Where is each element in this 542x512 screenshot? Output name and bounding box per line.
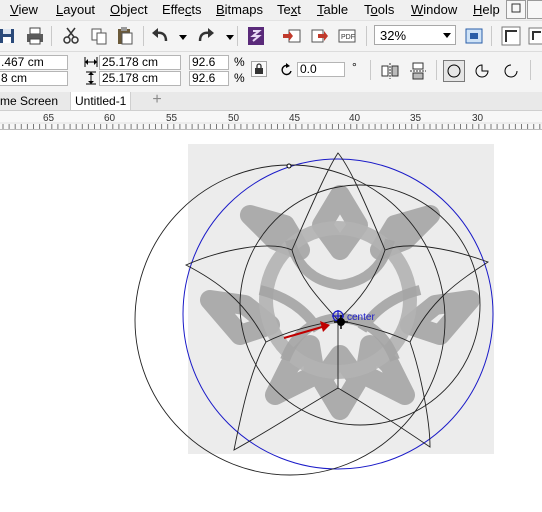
cut-icon[interactable]	[60, 25, 82, 47]
scale-x-field[interactable]: 92.6	[189, 55, 229, 70]
y-position-field[interactable]: 8 cm	[0, 71, 68, 86]
lock-icon	[255, 63, 263, 74]
ruler-tick-label: 55	[166, 113, 178, 124]
rotation-angle-field[interactable]: 0.0	[297, 62, 345, 77]
menu-object[interactable]: Object	[110, 2, 148, 17]
svg-text:PDF: PDF	[341, 34, 355, 41]
snap-to-icon[interactable]	[500, 25, 522, 47]
redo-dropdown-icon[interactable]	[219, 25, 234, 47]
toolbar-separator	[491, 26, 492, 46]
options-icon[interactable]	[526, 25, 542, 47]
undo-dropdown-icon[interactable]	[172, 25, 187, 47]
toolbar-separator	[530, 60, 531, 80]
rotate-icon	[280, 63, 294, 80]
menu-table[interactable]: Table	[317, 2, 348, 17]
toolbar-separator	[436, 60, 437, 80]
import-icon[interactable]	[281, 25, 303, 47]
new-tab-button[interactable]: +	[150, 92, 164, 108]
menu-layout[interactable]: Layout	[56, 2, 95, 17]
drawing-svg: center	[134, 144, 494, 476]
height-arrows-icon	[85, 71, 97, 88]
center-label: center	[347, 312, 375, 323]
x-position-field[interactable]: .467 cm	[0, 55, 68, 70]
ruler-tick-label: 60	[104, 113, 116, 124]
toolbar-separator	[366, 26, 367, 46]
ruler-tick-label: 65	[43, 113, 55, 124]
undo-icon[interactable]	[150, 25, 172, 47]
menu-bitmaps[interactable]: Bitmaps	[216, 2, 263, 17]
scale-y-field[interactable]: 92.6	[189, 71, 229, 86]
close-window-button[interactable]	[527, 0, 542, 19]
mirror-horizontal-icon[interactable]	[380, 61, 400, 84]
redo-icon[interactable]	[194, 25, 216, 47]
copy-icon[interactable]	[88, 25, 110, 47]
drawing-canvas[interactable]: center	[0, 130, 542, 512]
tab-welcome-screen[interactable]: me Screen	[0, 92, 62, 110]
menu-window[interactable]: Window	[411, 2, 457, 17]
arc-mode-icon[interactable]	[501, 61, 521, 84]
menu-help[interactable]: Help	[473, 2, 500, 17]
ruler-tick-label: 40	[349, 113, 361, 124]
restore-window-button[interactable]	[506, 0, 526, 19]
ruler-tick-label: 30	[472, 113, 484, 124]
menu-tools[interactable]: Tools	[364, 2, 394, 17]
pie-mode-icon[interactable]	[472, 61, 492, 84]
standard-toolbar: PDF 32%	[0, 21, 542, 52]
menu-text[interactable]: Text	[277, 2, 301, 17]
height-field[interactable]: 25.178 cm	[99, 71, 181, 86]
ruler-tick-label: 45	[289, 113, 301, 124]
zoom-level-select[interactable]: 32%	[374, 25, 456, 45]
save-icon[interactable]	[0, 25, 18, 47]
mirror-vertical-icon[interactable]	[408, 61, 428, 84]
chevron-down-icon	[443, 33, 451, 38]
width-arrows-icon	[84, 56, 98, 71]
menu-view[interactable]: View	[10, 2, 38, 17]
publish-pdf-icon[interactable]: PDF	[336, 25, 358, 47]
menu-effects[interactable]: Effects	[162, 2, 202, 17]
lock-ratio-button[interactable]	[251, 61, 267, 77]
width-field[interactable]: 25.178 cm	[99, 55, 181, 70]
ruler-tick-label: 35	[410, 113, 422, 124]
toolbar-separator	[143, 26, 144, 46]
ellipse-mode-icon[interactable]	[443, 60, 465, 82]
full-screen-preview-icon[interactable]	[463, 25, 485, 47]
ruler-ticks	[0, 122, 542, 129]
export-icon[interactable]	[309, 25, 331, 47]
node-handle[interactable]	[286, 163, 292, 169]
search-content-icon[interactable]	[245, 25, 267, 47]
scale-y-percent: %	[234, 71, 245, 85]
scale-x-percent: %	[234, 55, 245, 69]
print-icon[interactable]	[24, 25, 46, 47]
zoom-level-value: 32%	[380, 28, 407, 43]
property-bar: .467 cm 8 cm 25.178 cm 25.178 cm 92.6 92…	[0, 52, 542, 93]
tab-untitled-1[interactable]: Untitled-1	[70, 92, 132, 110]
toolbar-separator	[51, 26, 52, 46]
paste-icon[interactable]	[114, 25, 136, 47]
horizontal-ruler[interactable]: 65 60 55 50 45 40 35 30	[0, 111, 542, 130]
toolbar-separator	[370, 60, 371, 80]
toolbar-separator	[237, 26, 238, 46]
degree-symbol: °	[352, 60, 357, 74]
restore-icon	[511, 3, 521, 13]
document-tab-bar: me Screen Untitled-1 +	[0, 92, 542, 111]
ruler-tick-label: 50	[228, 113, 240, 124]
menu-bar: View Layout Object Effects Bitmaps Text …	[0, 0, 542, 21]
